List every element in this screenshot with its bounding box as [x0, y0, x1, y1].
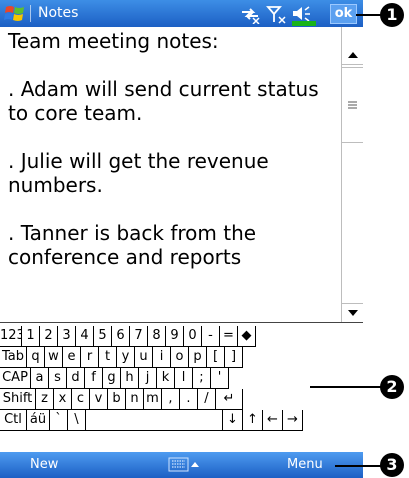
key[interactable]: s — [49, 368, 67, 389]
key[interactable]: d — [67, 368, 85, 389]
key[interactable]: 4 — [76, 326, 94, 347]
key[interactable]: v — [90, 389, 108, 410]
key[interactable]: z — [36, 389, 54, 410]
key[interactable]: 3 — [58, 326, 76, 347]
key[interactable]: ' — [211, 368, 229, 389]
vertical-scrollbar[interactable] — [341, 27, 363, 322]
window-title: Notes — [38, 5, 79, 21]
keyboard-icon[interactable] — [168, 455, 200, 475]
key[interactable]: o — [171, 347, 189, 368]
callout-3: 3 — [380, 453, 404, 477]
callout-2: 2 — [380, 375, 404, 399]
key[interactable]: ← — [263, 410, 283, 431]
callout-line — [356, 14, 382, 16]
key[interactable]: r — [81, 347, 99, 368]
key[interactable]: ↑ — [243, 410, 263, 431]
key[interactable]: e — [63, 347, 81, 368]
menu-bar: New Menu — [0, 452, 363, 478]
key[interactable]: m — [144, 389, 162, 410]
key[interactable]: j — [139, 368, 157, 389]
key[interactable]: 0 — [184, 326, 202, 347]
pocketpc-screen: Notes ok Team meeting notes: . Adam will… — [0, 0, 363, 478]
callout-1: 1 — [380, 3, 404, 27]
key[interactable]: ◆ — [238, 326, 256, 347]
key[interactable]: x — [54, 389, 72, 410]
key[interactable]: ↵ — [216, 389, 243, 410]
key[interactable]: [ — [207, 347, 225, 368]
keyboard-row: Shift z x c v b n m,. / ↵ — [0, 389, 363, 410]
key[interactable]: c — [72, 389, 90, 410]
note-line: . Julie will get the revenue numbers. — [8, 149, 269, 197]
key[interactable]: i — [153, 347, 171, 368]
key[interactable]: l — [175, 368, 193, 389]
key[interactable]: t — [99, 347, 117, 368]
key[interactable]: q — [27, 347, 45, 368]
key[interactable]: CAP — [0, 368, 31, 389]
key[interactable]: - — [202, 326, 220, 347]
menu-button[interactable]: Menu — [287, 455, 337, 475]
key[interactable]: n — [126, 389, 144, 410]
key[interactable]: ↓ — [223, 410, 243, 431]
key[interactable]: áü — [27, 410, 50, 431]
key[interactable]: k — [157, 368, 175, 389]
scrollbar-thumb[interactable] — [342, 67, 363, 143]
keyboard-row: Tab q w e r t y u i o p[] — [0, 347, 363, 368]
key[interactable]: Tab — [0, 347, 27, 368]
battery-icon — [292, 21, 316, 26]
scroll-up-arrow-icon[interactable] — [342, 45, 363, 65]
title-separator — [30, 5, 31, 22]
note-line: . Tanner is back from the conference and… — [8, 221, 257, 269]
key[interactable]: → — [283, 410, 303, 431]
key[interactable]: b — [108, 389, 126, 410]
key[interactable]: p — [189, 347, 207, 368]
key[interactable]: f — [85, 368, 103, 389]
ok-button[interactable]: ok — [330, 4, 357, 24]
key[interactable]: 1 — [22, 326, 40, 347]
key[interactable]: a — [31, 368, 49, 389]
key[interactable]: h — [121, 368, 139, 389]
key[interactable]: g — [103, 368, 121, 389]
key[interactable]: 6 — [112, 326, 130, 347]
connectivity-icon[interactable] — [238, 2, 262, 25]
key[interactable]: 7 — [130, 326, 148, 347]
key[interactable]: 2 — [40, 326, 58, 347]
key[interactable]: 123 — [0, 326, 25, 347]
note-text[interactable]: Team meeting notes: . Adam will send cur… — [8, 29, 340, 293]
key[interactable]: 5 — [94, 326, 112, 347]
key[interactable]: Ctl — [0, 410, 27, 431]
title-bar: Notes ok — [0, 0, 363, 27]
key[interactable]: ; — [193, 368, 211, 389]
key[interactable]: . — [180, 389, 198, 410]
key[interactable]: , — [162, 389, 180, 410]
note-line: Team meeting notes: — [8, 29, 219, 53]
key[interactable]: / — [198, 389, 216, 410]
key[interactable]: \ — [68, 410, 86, 431]
space-key[interactable] — [86, 410, 223, 431]
key[interactable]: 9 — [166, 326, 184, 347]
key[interactable]: y — [117, 347, 135, 368]
signal-off-icon[interactable] — [264, 2, 288, 25]
key[interactable]: w — [45, 347, 63, 368]
callout-line — [335, 465, 382, 467]
key[interactable]: u — [135, 347, 153, 368]
key[interactable]: = — [220, 326, 238, 347]
new-button[interactable]: New — [30, 455, 100, 475]
key[interactable]: ] — [225, 347, 243, 368]
note-line: . Adam will send current status to core … — [8, 77, 319, 125]
note-editor[interactable]: Team meeting notes: . Adam will send cur… — [0, 27, 340, 322]
windows-start-icon[interactable] — [4, 3, 26, 24]
scroll-down-arrow-icon[interactable] — [342, 303, 363, 322]
keyboard-row: Ctl áü ` \ ↓ ↑ ← → — [0, 410, 363, 431]
key[interactable]: 8 — [148, 326, 166, 347]
callout-line — [310, 386, 382, 388]
key[interactable]: ` — [50, 410, 68, 431]
key[interactable]: Shift — [0, 389, 36, 410]
keyboard-row: 123 1 2 3 4 5 6 7 8 9 0- = ◆ — [0, 326, 363, 347]
soft-keyboard: 123 1 2 3 4 5 6 7 8 9 0- = ◆ Tab q w e r t y u i o p[] CAP a s d f g h… — [0, 322, 363, 452]
keyboard-row: CAP a s d f g h j k l; ' — [0, 368, 363, 389]
